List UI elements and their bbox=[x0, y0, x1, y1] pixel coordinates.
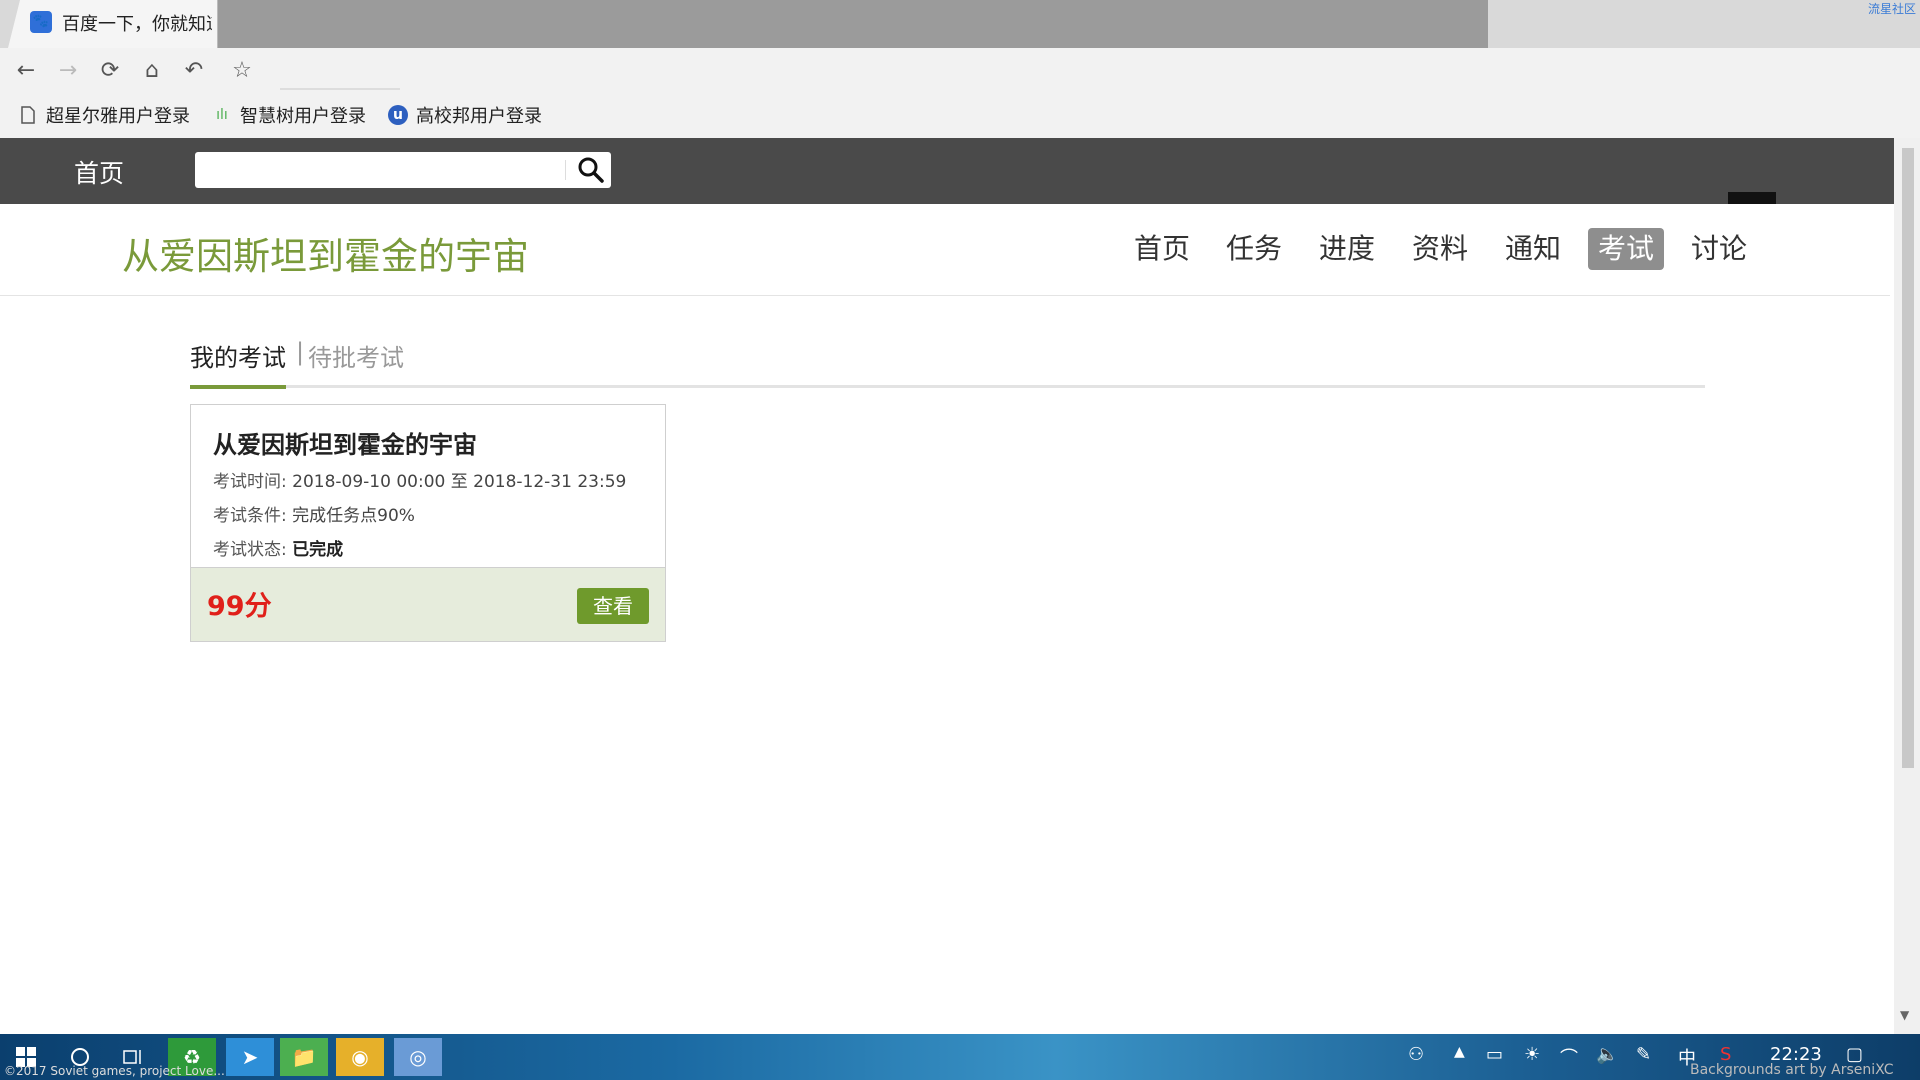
exam-time-label: 考试时间: bbox=[213, 472, 287, 492]
bookmark-star-icon[interactable]: ☆ bbox=[228, 58, 256, 84]
tab-pending-exams[interactable]: 待批考试 bbox=[308, 338, 404, 373]
exam-status-value: 已完成 bbox=[292, 540, 344, 560]
app-blue-icon[interactable]: ➤ bbox=[226, 1038, 274, 1076]
wifi-icon[interactable]: ⌒ bbox=[1560, 1044, 1578, 1070]
nav-materials[interactable]: 资料 bbox=[1402, 228, 1478, 270]
back-arrow-icon[interactable]: ← bbox=[12, 58, 40, 84]
address-bar[interactable] bbox=[280, 88, 400, 90]
search-divider bbox=[565, 160, 566, 180]
nav-notices[interactable]: 通知 bbox=[1495, 228, 1571, 270]
bookmark-label: 超星尔雅用户登录 bbox=[46, 106, 190, 127]
tab-strip-empty-area[interactable] bbox=[210, 0, 1488, 48]
course-nav: 从爱因斯坦到霍金的宇宙 首页 任务 进度 资料 通知 考试 讨论 bbox=[0, 204, 1890, 296]
nav-discussion[interactable]: 讨论 bbox=[1681, 228, 1757, 270]
battery-icon[interactable]: ▭ bbox=[1486, 1044, 1503, 1065]
nav-progress[interactable]: 进度 bbox=[1309, 228, 1385, 270]
browser-tab[interactable]: 🐾 百度一下，你就知道 bbox=[8, 0, 218, 48]
bookmarks-bar: 超星尔雅用户登录 ılı 智慧树用户登录 u 高校邦用户登录 bbox=[0, 92, 1920, 138]
exam-score: 99分 bbox=[207, 591, 272, 622]
exam-card-footer: 99分 查看 bbox=[191, 567, 665, 641]
wallpaper-watermark-right: Backgrounds art by ArseniXC bbox=[1690, 1062, 1894, 1078]
exam-condition-row: 考试条件: 完成任务点90% bbox=[213, 501, 415, 526]
pen-icon[interactable]: ✎ bbox=[1636, 1044, 1651, 1065]
exam-condition-label: 考试条件: bbox=[213, 506, 287, 526]
reload-icon[interactable]: ⟳ bbox=[96, 58, 124, 84]
nav-tasks[interactable]: 任务 bbox=[1216, 228, 1292, 270]
people-icon[interactable]: ⚇ bbox=[1408, 1044, 1424, 1065]
exam-time-row: 考试时间: 2018-09-10 00:00 至 2018-12-31 23:5… bbox=[213, 467, 626, 492]
file-icon bbox=[18, 105, 38, 125]
bookmark-label: 高校邦用户登录 bbox=[416, 106, 542, 127]
scrollbar-thumb[interactable] bbox=[1902, 148, 1914, 768]
paw-icon: 🐾 bbox=[30, 11, 52, 33]
tab-my-exams[interactable]: 我的考试 bbox=[190, 338, 286, 389]
exam-card: 从爱因斯坦到霍金的宇宙 考试时间: 2018-09-10 00:00 至 201… bbox=[190, 404, 666, 642]
chrome-app-icon[interactable]: ◎ bbox=[394, 1038, 442, 1076]
browser-app-icon[interactable]: ◉ bbox=[336, 1038, 384, 1076]
bookmark-zhihuishu[interactable]: ılı 智慧树用户登录 bbox=[212, 104, 366, 127]
course-title[interactable]: 从爱因斯坦到霍金的宇宙 bbox=[122, 226, 529, 280]
zhihuishu-icon: ılı bbox=[216, 107, 228, 123]
tab-separator: | bbox=[296, 338, 305, 366]
exam-time-value: 2018-09-10 00:00 至 2018-12-31 23:59 bbox=[292, 472, 627, 492]
tab-title: 百度一下，你就知道 bbox=[62, 14, 212, 35]
exam-status-label: 考试状态: bbox=[213, 540, 287, 560]
bookmark-label: 智慧树用户登录 bbox=[240, 106, 366, 127]
nav-home[interactable]: 首页 bbox=[1124, 228, 1200, 270]
scroll-down-icon[interactable]: ▼ bbox=[1900, 1008, 1909, 1022]
browser-tab-strip: 🐾 百度一下，你就知道 流星社区 bbox=[0, 0, 1920, 48]
windows-taskbar: ♻ ➤ 📁 ◉ ◎ ©2017 Soviet games, project Lo… bbox=[0, 1034, 1920, 1080]
search-input[interactable] bbox=[195, 152, 611, 188]
exam-condition-value: 完成任务点90% bbox=[292, 506, 415, 526]
forward-arrow-icon[interactable]: → bbox=[54, 58, 82, 84]
nav-exams[interactable]: 考试 bbox=[1588, 228, 1665, 270]
file-explorer-icon[interactable]: 📁 bbox=[280, 1038, 328, 1076]
home-icon[interactable]: ⌂ bbox=[138, 58, 166, 84]
exam-status-row: 考试状态: 已完成 bbox=[213, 535, 343, 560]
exam-card-title: 从爱因斯坦到霍金的宇宙 bbox=[213, 431, 477, 459]
corner-link[interactable]: 流星社区 bbox=[1868, 0, 1916, 17]
view-button[interactable]: 查看 bbox=[577, 588, 649, 624]
exam-tabs: 我的考试 | 待批考试 bbox=[190, 336, 1705, 389]
volume-icon[interactable]: 🔈 bbox=[1596, 1044, 1618, 1065]
gaoxiaobang-icon: u bbox=[388, 105, 408, 125]
header-home-link[interactable]: 首页 bbox=[74, 154, 124, 190]
browser-toolbar: ← → ⟳ ⌂ ↶ ☆ bbox=[0, 48, 1920, 92]
tray-expand-icon[interactable]: ▲ bbox=[1454, 1044, 1465, 1060]
site-header: 首页 bbox=[0, 138, 1920, 244]
weather-icon[interactable]: ☀ bbox=[1524, 1044, 1540, 1065]
wallpaper-watermark-left: ©2017 Soviet games, project Love... bbox=[4, 1064, 225, 1078]
undo-icon[interactable]: ↶ bbox=[180, 58, 208, 84]
search-icon[interactable] bbox=[575, 154, 607, 186]
bookmark-gaoxiaobang[interactable]: u 高校邦用户登录 bbox=[388, 104, 542, 127]
page-scrollbar[interactable]: ▼ bbox=[1894, 138, 1920, 1034]
bookmark-chaoxing[interactable]: 超星尔雅用户登录 bbox=[18, 104, 190, 127]
